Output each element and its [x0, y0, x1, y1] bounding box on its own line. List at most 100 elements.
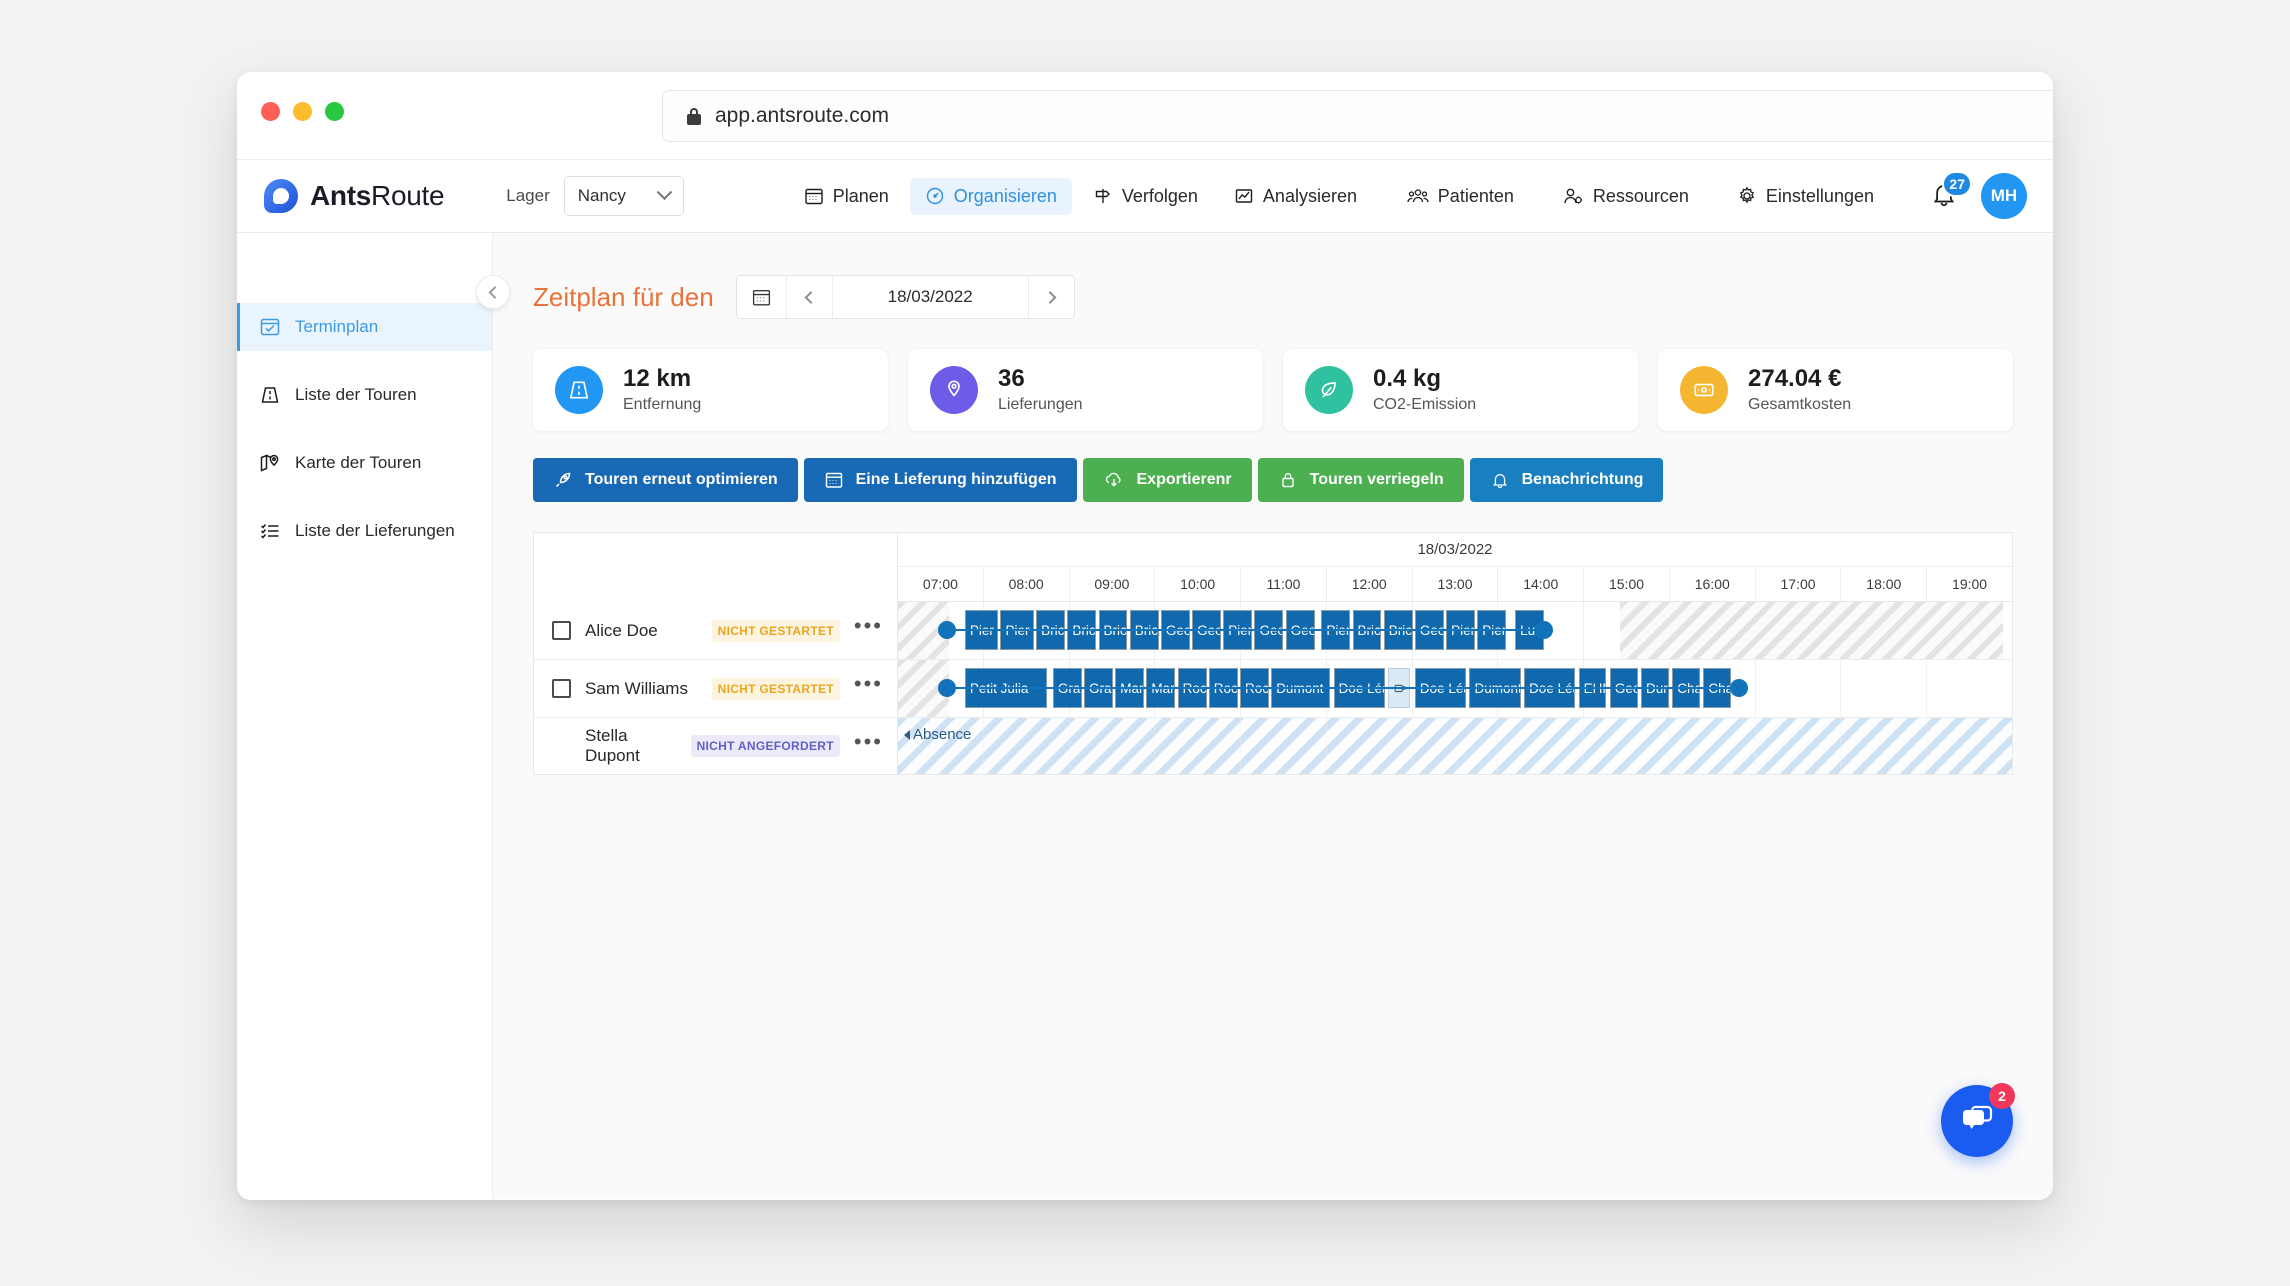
- road-icon: [261, 387, 279, 403]
- window-controls[interactable]: [261, 102, 344, 121]
- route-start-pin[interactable]: [938, 679, 957, 697]
- warehouse-selector[interactable]: Lager Nancy: [506, 176, 684, 216]
- brand-bold: Ants: [310, 180, 372, 211]
- gantt-row-track-stella-dupont[interactable]: Absence: [898, 718, 2012, 774]
- nav-item-analysieren[interactable]: Analysieren: [1219, 178, 1372, 215]
- row-checkbox[interactable]: [552, 621, 571, 640]
- sidebar-label-terminplan: Terminplan: [295, 317, 379, 336]
- sidebar-item-liste-der-lieferungen[interactable]: Liste der Lieferungen: [237, 507, 492, 555]
- lock-routes-button[interactable]: Touren verriegeln: [1257, 458, 1464, 502]
- hour-tick: 14:00: [1498, 567, 1585, 601]
- sidebar-item-liste-der-touren[interactable]: Liste der Touren: [237, 371, 492, 419]
- page-root: app.antsroute.com AntsRoute Lager Nancy: [0, 0, 2290, 1286]
- optimize-routes-button[interactable]: Touren erneut optimieren: [533, 458, 798, 502]
- chevron-down-icon: [656, 183, 673, 200]
- table-row: Alice Doe NICHT GESTARTET ••• PierPierBr…: [534, 602, 2012, 660]
- nav-item-planen[interactable]: Planen: [789, 178, 904, 215]
- maximize-window-icon[interactable]: [325, 102, 344, 121]
- calendar-icon: [752, 289, 770, 306]
- notify-button[interactable]: Benachrichtung: [1469, 458, 1664, 502]
- address-bar[interactable]: app.antsroute.com: [662, 90, 2053, 142]
- kpi-cards: 12 km Entfernung 36 Lieferungen 0.4 kg C…: [533, 349, 2013, 431]
- add-delivery-button[interactable]: Eine Lieferung hinzufügen: [803, 458, 1077, 502]
- sidebar-item-karte-der-touren[interactable]: Karte der Touren: [237, 439, 492, 487]
- absence-text: Absence: [913, 726, 972, 743]
- row-menu-button[interactable]: •••: [854, 673, 883, 697]
- chart-icon: [1235, 189, 1253, 203]
- avatar[interactable]: MH: [1981, 173, 2027, 219]
- money-icon: [1680, 366, 1728, 414]
- status-badge: NICHT GESTARTET: [711, 677, 840, 700]
- sidebar-label-liste-der-lieferungen: Liste der Lieferungen: [295, 521, 455, 540]
- gantt-header-left: .: [534, 533, 898, 602]
- notifications-button[interactable]: 27: [1929, 171, 1972, 213]
- kpi-value-entfernung: 12 km: [623, 364, 692, 392]
- minimize-window-icon[interactable]: [293, 102, 312, 121]
- driver-name: Stella Dupont: [585, 726, 640, 765]
- kpi-label-gesamtkosten: Gesamtkosten: [1748, 396, 1852, 414]
- road-icon: [555, 366, 603, 414]
- hour-tick: 13:00: [1413, 567, 1499, 601]
- gridlines: [898, 718, 2012, 774]
- close-window-icon[interactable]: [261, 102, 280, 121]
- hour-tick: 16:00: [1670, 567, 1756, 601]
- kpi-value-co2: 0.4 kg: [1373, 364, 1442, 392]
- gantt-row-track-alice-doe[interactable]: PierPierBricBricBricBricGeoGeoPierGeoGeo…: [898, 602, 2012, 659]
- nav-item-ressourcen[interactable]: Ressourcen: [1547, 178, 1704, 215]
- browser-window: app.antsroute.com AntsRoute Lager Nancy: [237, 72, 2053, 1200]
- person-gear-icon: [1564, 188, 1582, 204]
- app-header: AntsRoute Lager Nancy Planen Organisiere…: [237, 160, 2053, 233]
- hour-tick: 10:00: [1155, 567, 1242, 601]
- row-checkbox[interactable]: [552, 679, 571, 698]
- nav-item-verfolgen[interactable]: Verfolgen: [1078, 178, 1213, 215]
- row-menu-button[interactable]: •••: [854, 730, 883, 755]
- signpost-icon: [1095, 189, 1110, 203]
- nav-label-analysieren: Analysieren: [1262, 185, 1357, 206]
- map-pin-icon: [260, 454, 279, 472]
- action-toolbar: Touren erneut optimieren Eine Lieferung …: [533, 458, 2053, 502]
- kpi-card-gesamtkosten: 274.04 € Gesamtkosten: [1658, 349, 2013, 431]
- route-line: [947, 687, 1740, 689]
- table-row: Sam Williams NICHT GESTARTET ••• Petit J…: [534, 660, 2012, 718]
- browser-titlebar: app.antsroute.com: [237, 72, 2053, 160]
- logo[interactable]: AntsRoute: [264, 179, 445, 213]
- route-end-pin[interactable]: [1730, 679, 1749, 697]
- row-menu-button[interactable]: •••: [854, 615, 883, 639]
- kpi-card-entfernung: 12 km Entfernung: [533, 349, 888, 431]
- gear-icon: [1739, 186, 1755, 204]
- kpi-card-co2: 0.4 kg CO2-Emission: [1283, 349, 1638, 431]
- calendar-button[interactable]: [737, 276, 787, 318]
- page-header: Zeitplan für den 18/03/2022: [493, 233, 2053, 319]
- previous-day-button[interactable]: [787, 276, 833, 318]
- route-start-pin[interactable]: [938, 621, 957, 639]
- hour-tick: 09:00: [1070, 567, 1156, 601]
- nav-item-patienten[interactable]: Patienten: [1392, 178, 1529, 215]
- nav-item-einstellungen[interactable]: Einstellungen: [1722, 178, 1889, 215]
- next-day-button[interactable]: [1027, 276, 1074, 318]
- gantt-header-right: 18/03/2022 07:00 08:00 09:00 10:00 11:00…: [898, 533, 2012, 602]
- nav-label-patienten: Patienten: [1437, 185, 1514, 206]
- chat-icon: [1963, 1105, 1993, 1129]
- checklist-icon: [260, 524, 279, 539]
- gantt-row-track-sam-williams[interactable]: Petit JuliaGraGraMarMarRocRocRocDumontDo…: [898, 660, 2012, 717]
- chat-widget-button[interactable]: 2: [1941, 1083, 2015, 1157]
- map-pin-icon: [930, 366, 978, 414]
- lock-icon: [1281, 473, 1294, 488]
- gantt-header: . 18/03/2022 07:00 08:00 09:00 10:00 11:…: [534, 533, 2012, 602]
- collapse-sidebar-button[interactable]: [476, 275, 510, 309]
- antsroute-logo-icon: [264, 179, 298, 213]
- date-picker[interactable]: 18/03/2022: [735, 275, 1075, 319]
- secondary-nav: Patienten Ressourcen Einstellungen 27 MH: [1392, 171, 2027, 219]
- route-line: [947, 629, 1545, 631]
- date-value[interactable]: 18/03/2022: [833, 276, 1028, 318]
- export-button[interactable]: Exportierenr: [1082, 458, 1252, 502]
- nav-label-einstellungen: Einstellungen: [1765, 185, 1874, 206]
- route-end-pin[interactable]: [1535, 621, 1554, 639]
- gantt-hour-axis: 07:00 08:00 09:00 10:00 11:00 12:00 13:0…: [898, 567, 2012, 602]
- absence-label: Absence: [904, 726, 971, 743]
- warehouse-dropdown[interactable]: Nancy: [563, 176, 684, 216]
- nav-item-organisieren[interactable]: Organisieren: [909, 177, 1072, 215]
- hour-tick: 18:00: [1841, 567, 1928, 601]
- hour-tick: 17:00: [1756, 567, 1842, 601]
- sidebar-item-terminplan[interactable]: Terminplan: [237, 303, 492, 351]
